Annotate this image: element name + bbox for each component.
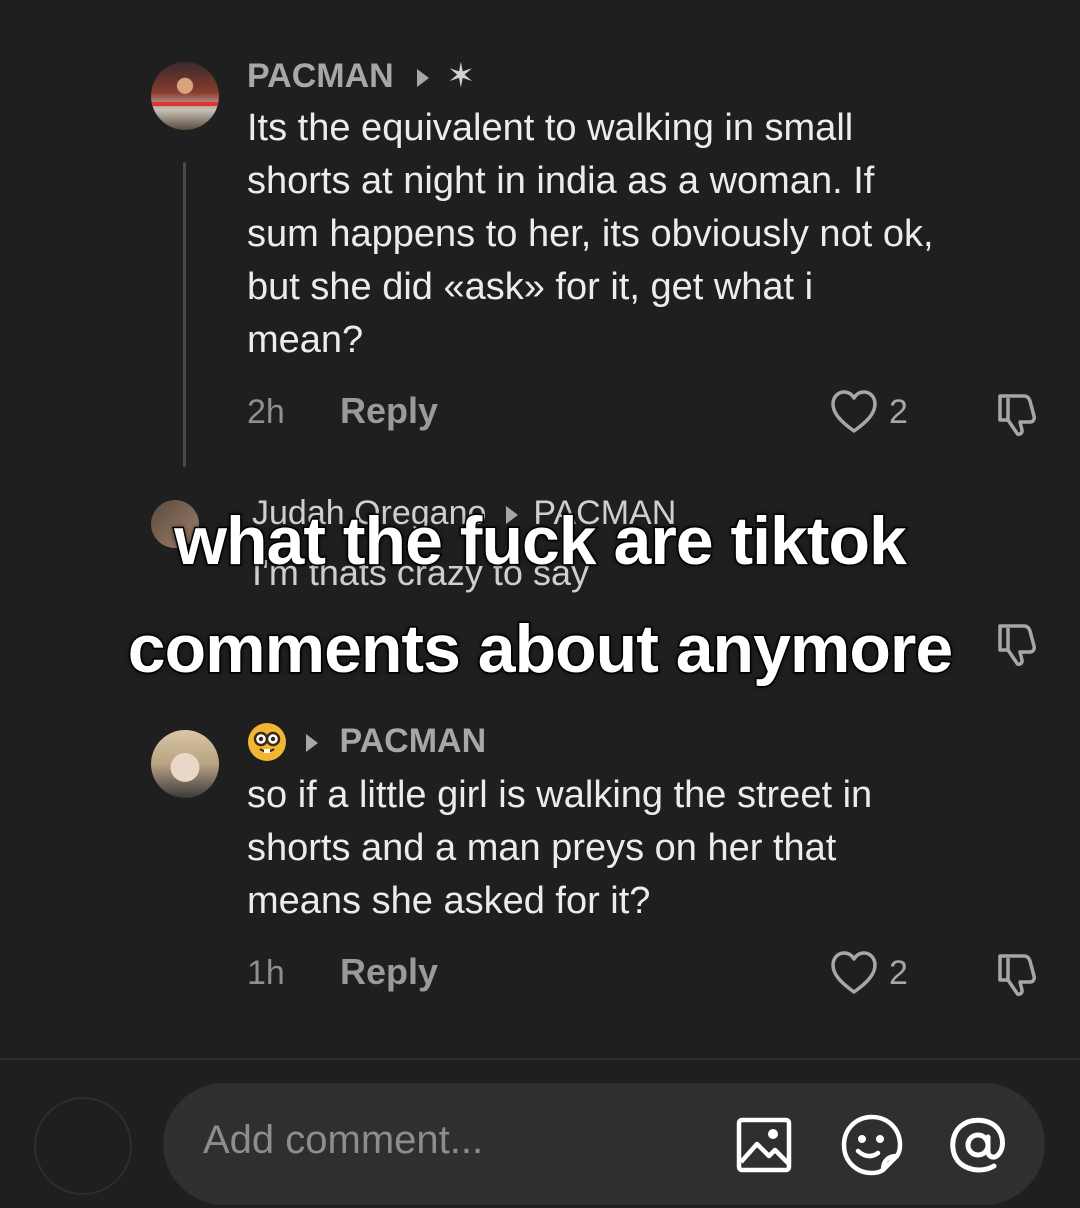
thumbs-down-icon[interactable] (994, 950, 1042, 998)
reply-button[interactable]: Reply (340, 390, 438, 432)
add-comment-placeholder[interactable]: Add comment... (203, 1118, 483, 1163)
comment-time: 1h (247, 954, 285, 992)
like-count: 2 (889, 393, 908, 431)
composer-divider (0, 1058, 1080, 1060)
heart-outline-icon[interactable] (830, 389, 878, 435)
reply-button[interactable]: Reply (340, 951, 438, 993)
avatar-pacman[interactable] (151, 62, 219, 130)
like-count: 2 (889, 954, 908, 992)
star-badge-icon: ✶ (446, 57, 476, 95)
comment-time: 2h (247, 393, 285, 431)
comment-username[interactable]: PACMAN (306, 722, 486, 761)
comment-username[interactable]: PACMAN ✶ (247, 56, 475, 96)
emoji-sticker-icon[interactable] (840, 1113, 904, 1177)
comments-screen: PACMAN ✶ Its the equivalent to walking i… (0, 0, 1080, 1208)
image-icon[interactable] (735, 1116, 793, 1174)
username-text[interactable]: PACMAN (247, 57, 394, 95)
thumbs-down-icon[interactable] (994, 390, 1042, 438)
reply-to-username[interactable]: PACMAN (339, 722, 486, 760)
at-mention-icon[interactable] (946, 1113, 1010, 1177)
heart-outline-icon[interactable] (830, 950, 878, 996)
nerd-face-emoji-icon (248, 723, 286, 761)
avatar-user[interactable] (151, 730, 219, 798)
overlay-caption-line-1: what the fuck are tiktok (173, 502, 909, 581)
overlay-caption-line-2: comments about anymore (126, 610, 954, 689)
comment-text: Its the equivalent to walking in small s… (247, 107, 934, 361)
reply-arrow-icon (306, 734, 318, 753)
current-user-avatar[interactable] (34, 1097, 132, 1195)
comment-text: so if a little girl is walking the stree… (247, 774, 873, 922)
reply-arrow-icon (417, 69, 430, 88)
thread-connector-line (183, 162, 186, 467)
